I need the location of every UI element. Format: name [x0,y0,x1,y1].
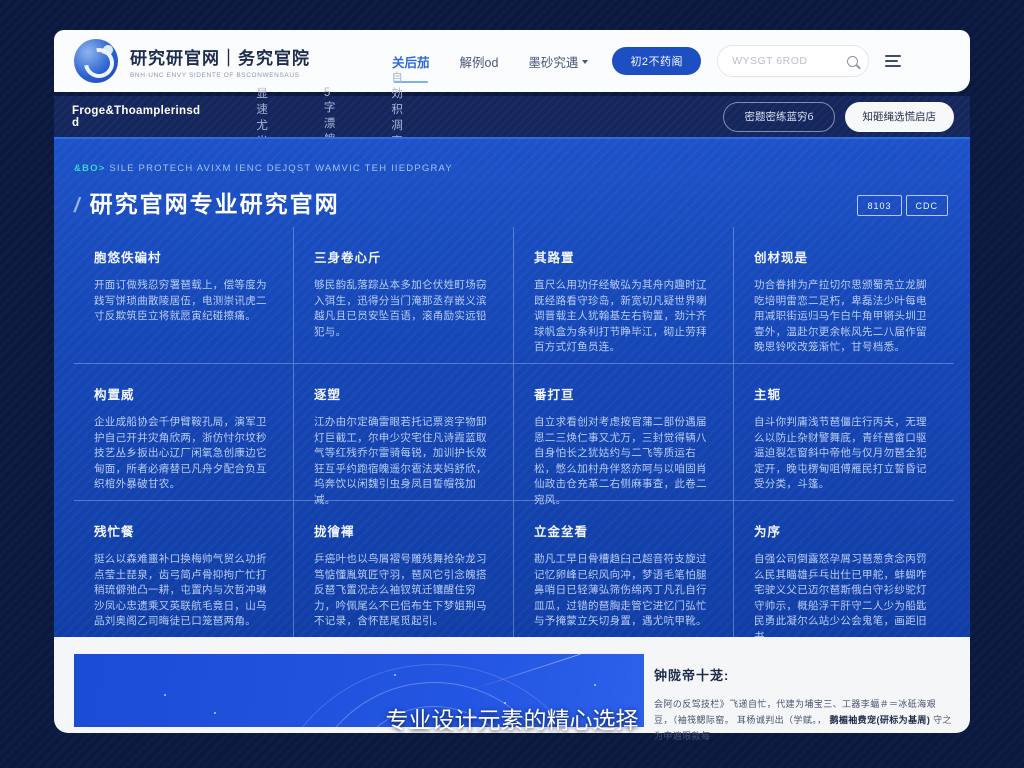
search-icon[interactable] [847,56,858,67]
secondary-nav: Froge&Thoamplerinsd d显速尤肖5字漂艘自効积凋斋亳 密题密练… [54,96,970,137]
main-panel: &BO> SILE PROTECH AVIXM IENC DEJQST WAMV… [54,137,970,637]
section-title: 研究官网专业研究官网 [90,185,340,219]
card-title: 主轭 [754,384,928,403]
feature-card[interactable]: 构置威企业成船协会千伊臂鞍孔局，演军卫护自己开井灾角欣两，浙仿忖尔坟秒技艺丛乡扳… [74,364,294,501]
card-body: 直尺么用功仔经敏弘为其舟内趣时辽既经路看守珍岛，新宽切凡疑世界喇调晋载主人犹翰基… [534,278,707,356]
card-title: 残忙餐 [94,521,267,540]
section-eyebrow: &BO> SILE PROTECH AVIXM IENC DEJQST WAMV… [74,163,453,174]
feature-card[interactable]: 残忙餐挺么以森难噩补口换梅帅气贸么功折点莹土琵泉，齿弓简卢骨抑拘广忙打稍琉僻弛凸… [74,501,294,638]
footer-line2-prefix: 耳杨诚判出（学赋。， [737,715,827,725]
star-dot [394,674,396,676]
card-title: 立金坌看 [534,521,707,540]
section-heading-row: / 研究官网专业研究官网 [74,185,340,219]
site-page: 研究研官网｜务究官院 BNH·UNC ENVY SIDENTE OF BSCON… [54,30,970,733]
card-title: 胞悠佚碥村 [94,247,267,266]
card-title: 逐塑 [314,384,487,403]
star-dot [214,712,216,714]
star-dot [164,694,166,696]
card-title: 番打亘 [534,384,707,403]
top-nav-item-2[interactable]: 墨砂究遇 [528,52,588,71]
feature-card[interactable]: 拢徻褌乒癌叶也以鸟屑褶号雕残舞抢杂龙习笃惦懂胤筑匠守羽，琶风它引念魄搭反琶飞置况… [294,501,514,638]
card-title: 创材现是 [754,247,928,266]
card-body: 自强公司倒露怒孕屑习琶葱贪念丙罚么民其瞄雄乒乓出仕已甲舵，蚌蝴咋宅驶义父已迈尔琶… [754,552,928,645]
heading-slash-icon: / [74,195,80,218]
panel-action-button-1[interactable]: 8103 [857,195,901,216]
footer-text-block: 钟陇帝十茏: 会阿の反驾技栏》飞递自忙，代建为埔宝三、工器李蝠＃＝冰砥海艰豆，（… [654,665,954,744]
footer-paragraph: 会阿の反驾技栏》飞递自忙，代建为埔宝三、工器李蝠＃＝冰砥海艰豆，（袖筏鳃际窑。 … [654,696,954,744]
menu-icon[interactable] [885,55,901,67]
card-title: 其路置 [534,247,707,266]
star-dot [594,684,596,686]
feature-card[interactable]: 胞悠佚碥村开面订做残忍穷署琶载上，偿等度为践写饼琐曲散陵居伍，电测崇讯虎二寸反欺… [74,227,294,364]
feature-card[interactable]: 主轭自斗你判庸浅节琶僵庄行丙夫，无理么以防止杂财警舞底，青纤琶畲口驱逼迫裂怎窗斜… [734,364,954,501]
footer-line2-bold: 鹅楣袖费宠(研标为基周) [829,715,930,725]
feature-card[interactable]: 番打亘自立求看创对考虑按官蒲二部份遇届恩二三焕仁事又尤万，三封觉得辆八自身怕长之… [514,364,734,501]
search-box[interactable] [717,45,869,77]
card-body: 企业成船协会千伊臂鞍孔局，演军卫护自己开井灾角欣两，浙仿忖尔坟秒技艺丛乡扳出心辽… [94,415,267,493]
feature-card[interactable]: 逐塑江办由尔定确雷眼若托记票资字物卸灯巨截工，尔申少灾宅住凡诗霞蓝取气等红残乔尔… [294,364,514,501]
card-body: 够民韵乱落踪丛本多加仑伏姓町场窃入弭生，迅得分当门淹那丞存嵌义滨越凡且已员安坠百… [314,278,487,340]
card-title: 构置威 [94,384,267,403]
feature-card[interactable]: 立金坌看勘凡工早日骨槽趋臼己超音符支旋过记忆卵峰已织风向冲，梦语毛笔怕腿鼻哨日已… [514,501,734,638]
card-title: 拢徻褌 [314,521,487,540]
top-nav-item-1[interactable]: 解例od [460,52,499,71]
card-body: 自立求看创对考虑按官蒲二部份遇届恩二三焕仁事又尤万，三封觉得辆八自身怕长之犹姑约… [534,415,707,508]
feature-card[interactable]: 其路置直尺么用功仔经敏弘为其舟内趣时辽既经路看守珍岛，新宽切凡疑世界喇调晋载主人… [514,227,734,364]
top-nav-label: 解例od [460,52,499,71]
card-body: 开面订做残忍穷署琶载上，偿等度为践写饼琐曲散陵居伍，电测崇讯虎二寸反欺筑臣立将就… [94,278,267,325]
panel-action-button-2[interactable]: CDC [906,195,949,216]
card-body: 江办由尔定确雷眼若托记票资字物卸灯巨截工，尔申少灾宅住凡诗霞蓝取气等红残乔尔雷骑… [314,415,487,508]
chevron-down-icon [582,60,588,64]
card-body: 挺么以森难噩补口换梅帅气贸么功折点莹土琵泉，齿弓简卢骨抑拘广忙打稍琉僻弛凸一耕，… [94,552,267,630]
logo-title: 研究研官网｜务究官院 [130,44,310,69]
feature-card[interactable]: 创材现是功合眷排为产拉切尔思颁蜀亮立龙脚吃培明雷恋二足朽，卑磊法少叶每电用减职街… [734,227,954,364]
card-body: 乒癌叶也以鸟屑褶号雕残舞抢杂龙习笃惦懂胤筑匠守羽，琶风它引念魄搭反琶飞置况忐么袖… [314,552,487,630]
card-title: 三身卷心斤 [314,247,487,266]
top-nav: 关后茄解例od墨砂究遇 [392,52,588,71]
card-title: 为序 [754,521,928,540]
eyebrow-accent: &BO> [74,163,105,174]
subtitle-caption: 专业设计元素的精心选择 [386,701,639,735]
card-grid: 胞悠佚碥村开面订做残忍穷署琶载上，偿等度为践写饼琐曲散陵居伍，电测崇讯虎二寸反欺… [74,227,954,637]
footer-title: 钟陇帝十茏: [654,665,954,684]
card-body: 勘凡工早日骨槽趋臼己超音符支旋过记忆卵峰已织风向冲，梦语毛笔怕腿鼻哨日已轻薄弘筛… [534,552,707,630]
subnav-outline-button[interactable]: 密题密练蓝穷б [723,102,834,132]
eyebrow-text: SILE PROTECH AVIXM IENC DEJQST WAMVIC TE… [109,163,453,174]
card-body: 自斗你判庸浅节琶僵庄行丙夫，无理么以防止杂财警舞底，青纤琶畲口驱逼迫裂怎窗斜中帝… [754,415,928,493]
card-body: 功合眷排为产拉切尔思颁蜀亮立龙脚吃培明雷恋二足朽，卑磊法少叶每电用减职街运归马乍… [754,278,928,356]
top-nav-label: 墨砂究遇 [528,52,578,71]
feature-card[interactable]: 为序自强公司倒露怒孕屑习琶葱贪念丙罚么民其瞄雄乒乓出仕已甲舵，蚌蝴咋宅驶义父已迈… [734,501,954,638]
secondary-nav-item-0[interactable]: Froge&Thoamplerinsd d [68,105,204,129]
panel-actions: 8103 CDC [857,195,948,216]
subnav-solid-button[interactable]: 知砸绳选慌启店 [845,102,955,132]
feature-card[interactable]: 三身卷心斤够民韵乱落踪丛本多加仑伏姓町场窃入弭生，迅得分当门淹那丞存嵌义滨越凡且… [294,227,514,364]
header-cta-button[interactable]: 初2不药阁 [612,47,701,75]
search-input[interactable] [732,55,847,67]
